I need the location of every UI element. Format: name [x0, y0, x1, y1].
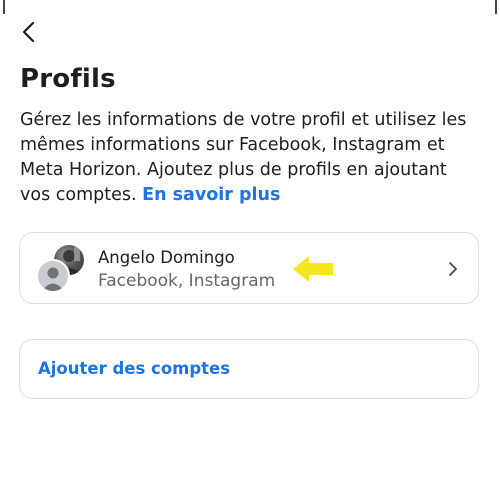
- profile-description: Gérez les informations de votre profil e…: [20, 108, 482, 208]
- default-avatar-icon: [36, 259, 70, 293]
- screen-edge-mark: [495, 0, 497, 14]
- account-card[interactable]: Angelo Domingo Facebook, Instagram: [19, 232, 479, 304]
- add-accounts-label: Ajouter des comptes: [38, 359, 231, 378]
- account-services: Facebook, Instagram: [98, 271, 276, 291]
- add-accounts-button[interactable]: Ajouter des comptes: [19, 339, 479, 399]
- avatar: [36, 245, 86, 295]
- chevron-right-icon: [449, 262, 457, 276]
- account-name: Angelo Domingo: [98, 248, 235, 267]
- screen-edge-mark: [3, 0, 5, 14]
- learn-more-link[interactable]: En savoir plus: [142, 185, 280, 205]
- page-title: Profils: [20, 64, 116, 94]
- yellow-arrow-left-icon: [293, 256, 333, 282]
- back-button[interactable]: [14, 17, 44, 47]
- chevron-left-icon: [22, 21, 35, 43]
